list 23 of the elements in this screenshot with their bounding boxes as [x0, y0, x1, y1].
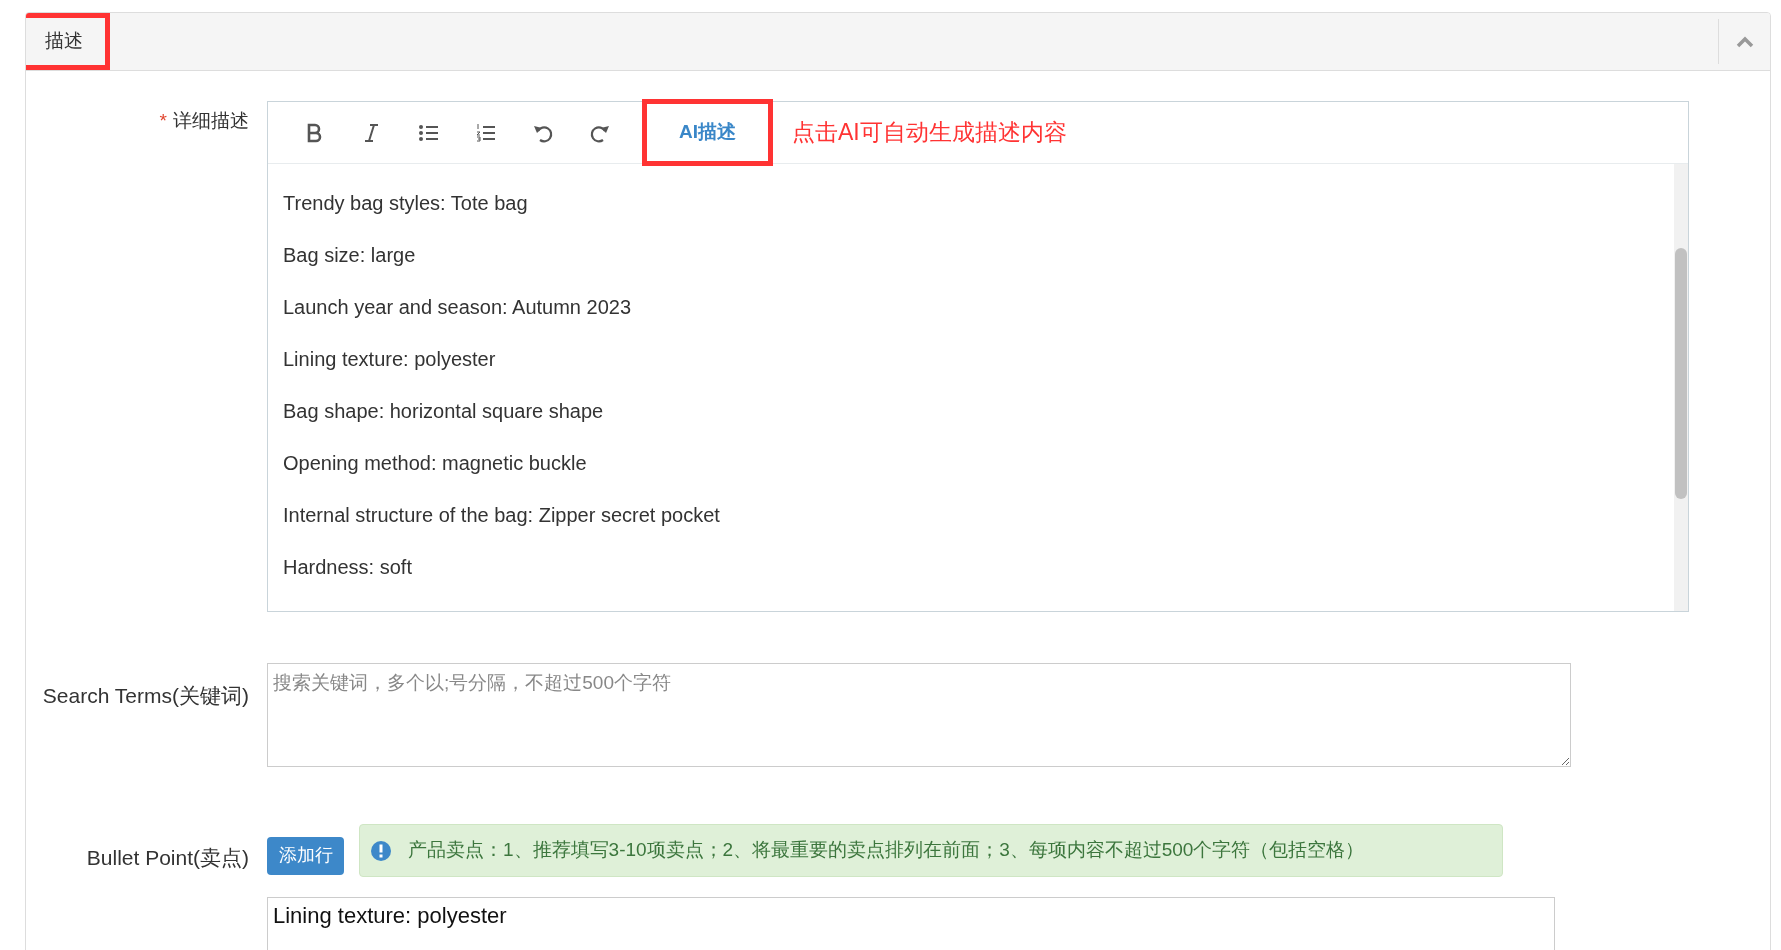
content-line: Lining texture: polyester [283, 347, 497, 372]
scrollbar-thumb[interactable] [1675, 248, 1687, 499]
content-line: Bag shape: horizontal square shape [283, 399, 605, 424]
notice-text: 产品卖点：1、推荐填写3-10项卖点；2、将最重要的卖点排列在前面；3、每项内容不超过500个字符（包括空格） [408, 838, 1365, 863]
bullet-point-field[interactable]: Lining texture: polyester [267, 897, 1555, 950]
search-terms-field[interactable]: 搜索关键词，多个以;号分隔，不超过500个字符 [267, 663, 1571, 767]
field-label: 详细描述 [173, 109, 249, 133]
required-asterisk: * [159, 109, 167, 133]
content-line: Hardness: soft [283, 555, 413, 580]
hint-annotation: 点击AI可自动生成描述内容 [792, 118, 1067, 148]
ai-description-button[interactable]: AI描述 [642, 99, 773, 166]
content-line: Launch year and season: Autumn 2023 [283, 295, 633, 320]
content-line: Internal structure of the bag: Zipper secret pocket [283, 503, 721, 528]
field-label: Bullet Point(卖点) [86, 845, 249, 871]
chevron-up-icon [1735, 35, 1754, 48]
field-label: Search Terms(关键词) [42, 683, 249, 709]
section-title: 描述 [26, 13, 110, 70]
content-line: Bag size: large [283, 243, 417, 268]
numbered-list-icon [474, 121, 497, 144]
content-line: Opening method: magnetic buckle [283, 451, 588, 476]
content-line: Trendy bag styles: Tote bag [283, 191, 529, 216]
add-row-button[interactable]: 添加行 [267, 836, 344, 875]
info-icon [370, 839, 392, 862]
